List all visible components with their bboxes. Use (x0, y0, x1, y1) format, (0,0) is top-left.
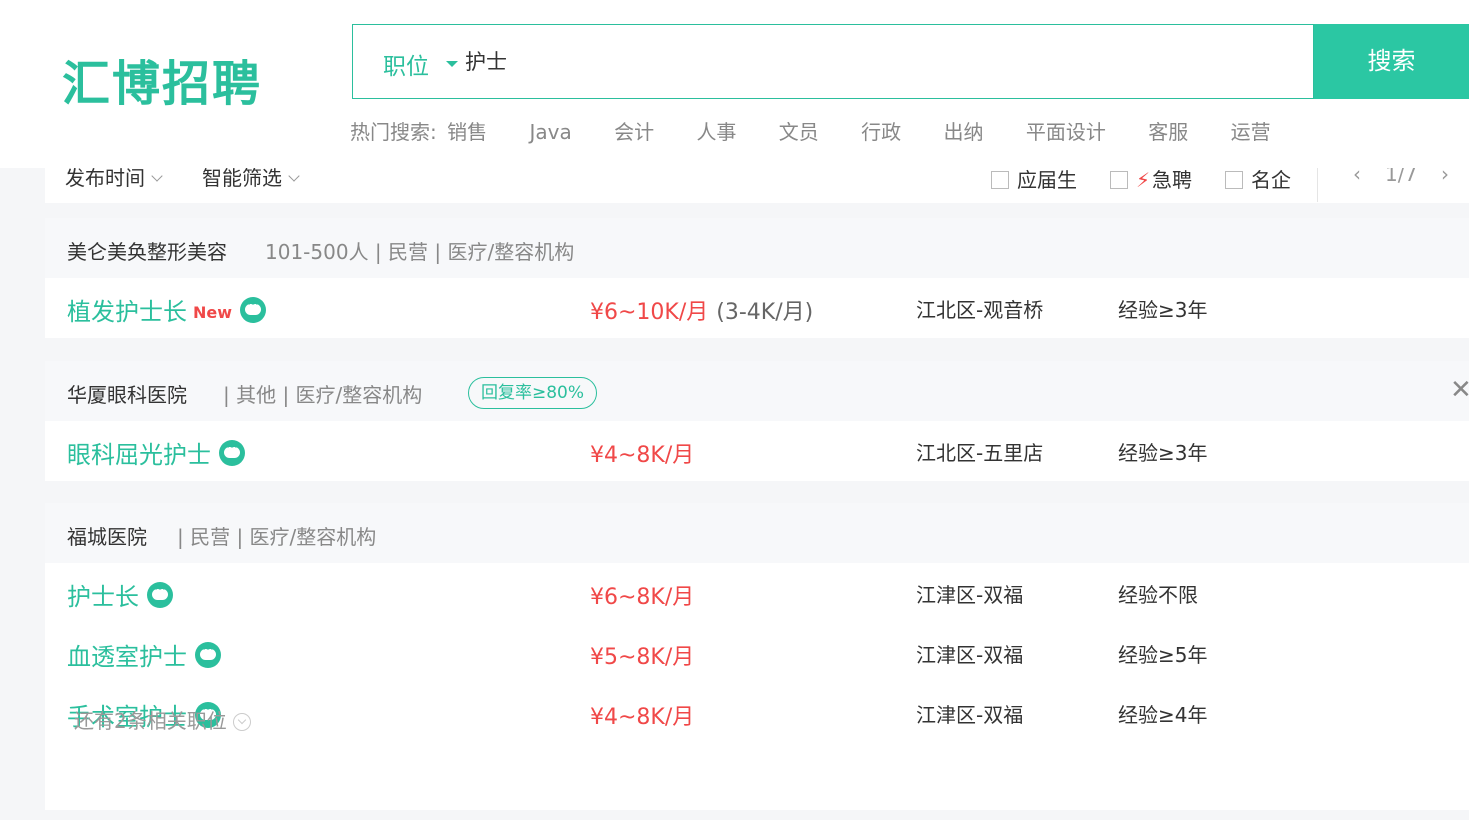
company-info: 101-500人 | 民营 | 医疗/整容机构 (265, 240, 575, 264)
famous-label: 名企 (1251, 168, 1291, 192)
salary: ¥6~8K/月 (590, 585, 695, 610)
checkbox-icon (991, 171, 1009, 189)
more-jobs-text: 还有2条相关职位 (74, 709, 227, 733)
job-location: 江北区-五里店 (916, 441, 1044, 465)
job-title-text: 血透室护士 (67, 643, 187, 671)
hot-term[interactable]: 人事 (696, 120, 736, 144)
caret-down-icon[interactable] (446, 61, 458, 67)
job-experience: 经验≥3年 (1118, 441, 1208, 465)
header: 汇博招聘 职位 搜索 热门搜索: 销售 Java 会计 人事 文员 行政 出纳 … (0, 0, 1469, 168)
reply-rate-badge: 回复率≥80% (468, 377, 598, 409)
logo[interactable]: 汇博招聘 (62, 44, 262, 114)
chat-icon[interactable] (240, 296, 267, 323)
company-name[interactable]: 美仑美奂整形美容 (67, 236, 227, 265)
company-card: 华厦眼科医院 | 其他 | 医疗/整容机构 回复率≥80% ✕ 眼科屈光护士 ¥… (45, 361, 1469, 481)
urgent-label: 急聘 (1152, 168, 1193, 192)
job-experience: 经验不限 (1118, 583, 1198, 607)
hot-term[interactable]: 出纳 (944, 120, 984, 144)
job-row[interactable]: 眼科屈光护士 ¥4~8K/月 江北区-五里店 经验≥3年 (45, 421, 1469, 481)
company-header: 福城医院 | 民营 | 医疗/整容机构 (45, 503, 1469, 563)
job-row[interactable]: 手术室护士 ¥4~8K/月 江津区-双福 经验≥4年 (45, 683, 1469, 743)
job-experience: 经验≥4年 (1118, 703, 1208, 727)
checkbox-icon (1225, 171, 1243, 189)
urgent-checkbox[interactable]: ⚡ 急聘 (1110, 164, 1192, 193)
page: 发布时间 智能筛选 应届生 ⚡急聘 名企 ‹ 1/7 › 汇博招聘 职位 搜索 … (0, 0, 1469, 820)
expand-down-icon (232, 713, 251, 731)
job-location: 江津区-双福 (916, 703, 1024, 727)
hot-term[interactable]: 平面设计 (1026, 120, 1106, 144)
search-type-select[interactable]: 职位 (383, 47, 429, 81)
chat-icon[interactable] (147, 581, 173, 608)
salary: ¥4~8K/月 (590, 705, 695, 730)
hot-term[interactable]: 行政 (861, 120, 901, 144)
company-card: 福城医院 | 民营 | 医疗/整容机构 护士长 ¥6~8K/月 江津区-双福 经… (45, 503, 1469, 810)
job-location: 江津区-双福 (916, 643, 1024, 667)
job-title-text: 护士长 (67, 583, 139, 611)
job-location: 江津区-双福 (916, 583, 1024, 607)
job-row[interactable]: 护士长 ¥6~8K/月 江津区-双福 经验不限 (45, 563, 1469, 623)
hot-search-label: 热门搜索: (350, 120, 437, 144)
search-button[interactable]: 搜索 (1314, 24, 1469, 99)
company-header: 华厦眼科医院 | 其他 | 医疗/整容机构 回复率≥80% ✕ (45, 361, 1469, 421)
more-jobs-link[interactable]: 还有2条相关职位 (74, 705, 251, 734)
salary: ¥4~8K/月 (590, 443, 695, 468)
hot-searches: 热门搜索: 销售 Java 会计 人事 文员 行政 出纳 平面设计 客服 运营 (350, 116, 1307, 145)
hot-term[interactable]: Java (529, 120, 571, 144)
close-icon[interactable]: ✕ (1450, 375, 1469, 405)
job-experience: 经验≥3年 (1118, 298, 1208, 322)
company-info: | 其他 | 医疗/整容机构 (223, 383, 423, 407)
company-header: 美仑美奂整形美容 101-500人 | 民营 | 医疗/整容机构 (45, 218, 1469, 278)
job-title[interactable]: 血透室护士 (67, 637, 221, 672)
hot-term[interactable]: 会计 (614, 120, 654, 144)
job-row[interactable]: 植发护士长 New ¥6~10K/月 (3-4K/月) 江北区-观音桥 经验≥3年 (45, 278, 1469, 338)
job-title[interactable]: 护士长 (67, 577, 173, 612)
job-location: 江北区-观音桥 (916, 298, 1044, 322)
fresh-grad-checkbox[interactable]: 应届生 (991, 164, 1077, 193)
salary-sub: (3-4K/月) (716, 300, 814, 325)
famous-checkbox[interactable]: 名企 (1225, 164, 1291, 193)
company-card: 美仑美奂整形美容 101-500人 | 民营 | 医疗/整容机构 植发护士长 Ne… (45, 218, 1469, 338)
job-title-text: 眼科屈光护士 (67, 441, 211, 469)
salary: ¥5~8K/月 (590, 645, 695, 670)
company-info: | 民营 | 医疗/整容机构 (177, 525, 377, 549)
salary-value: ¥6~10K/月 (590, 300, 709, 325)
hot-term[interactable]: 客服 (1148, 120, 1188, 144)
hot-term[interactable]: 运营 (1231, 120, 1271, 144)
job-title-text: 植发护士长 (67, 298, 187, 326)
job-row[interactable]: 血透室护士 ¥5~8K/月 江津区-双福 经验≥5年 (45, 623, 1469, 683)
publish-time-label: 发布时间 (65, 166, 145, 190)
company-name[interactable]: 福城医院 (67, 521, 147, 550)
chevron-down-icon (288, 170, 300, 182)
checkbox-icon (1110, 171, 1128, 189)
salary: ¥6~10K/月 (3-4K/月) (590, 294, 813, 326)
hot-term[interactable]: 销售 (447, 120, 487, 144)
search-input[interactable] (465, 43, 1265, 79)
chat-icon[interactable] (195, 641, 221, 668)
job-title[interactable]: 植发护士长 New (67, 292, 267, 327)
company-name[interactable]: 华厦眼科医院 (67, 379, 187, 408)
smart-filter-label: 智能筛选 (202, 166, 282, 190)
chat-icon[interactable] (219, 439, 245, 466)
job-experience: 经验≥5年 (1118, 643, 1208, 667)
lightning-icon: ⚡ (1136, 168, 1151, 192)
new-tag: New (193, 303, 233, 322)
search-box: 职位 (352, 24, 1314, 99)
job-title[interactable]: 眼科屈光护士 (67, 435, 245, 470)
chevron-down-icon (151, 170, 163, 182)
fresh-grad-label: 应届生 (1017, 168, 1077, 192)
hot-term[interactable]: 文员 (779, 120, 819, 144)
